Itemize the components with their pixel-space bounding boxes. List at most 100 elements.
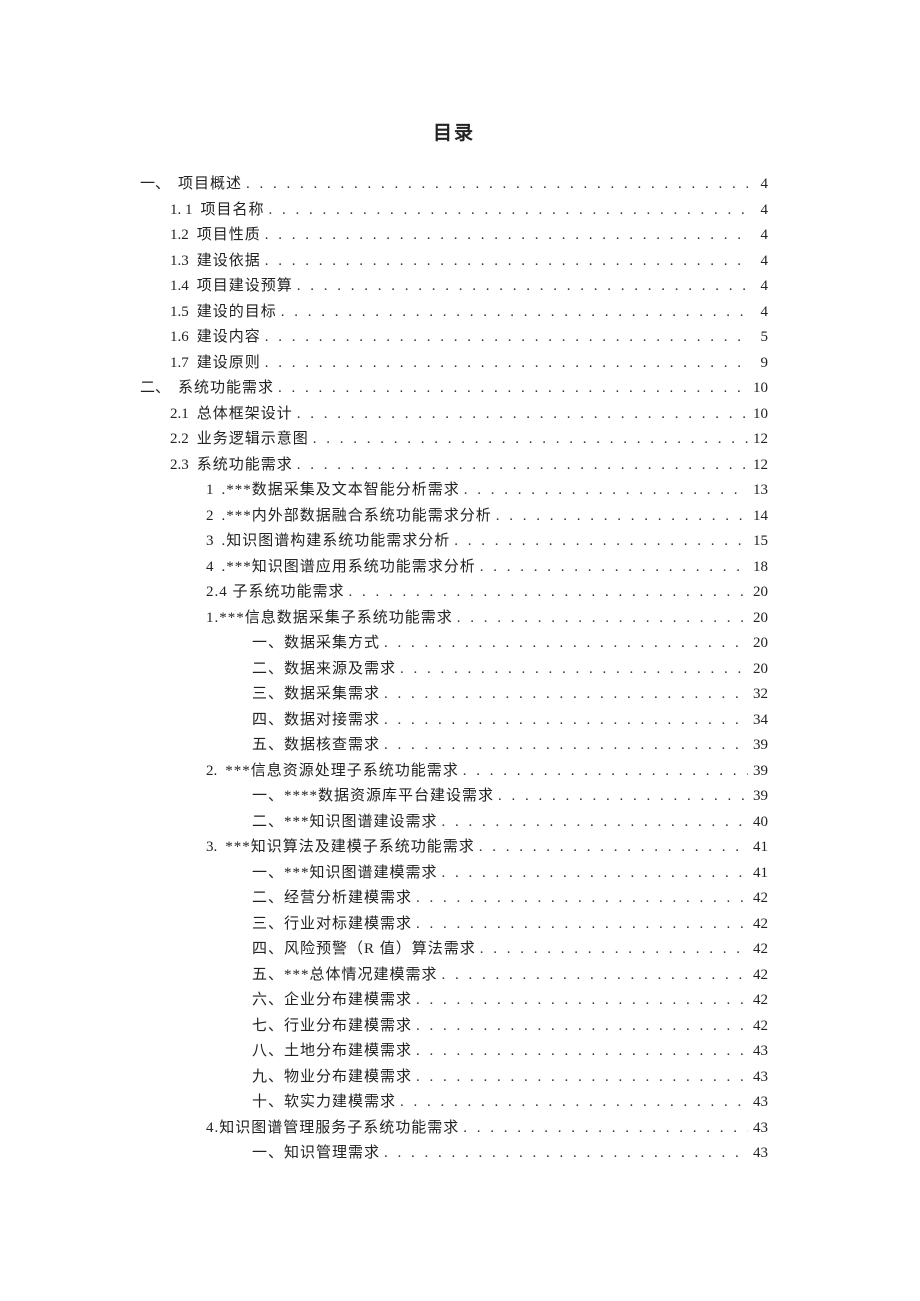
toc-entry[interactable]: 1. 1项目名称4: [170, 203, 768, 218]
toc-entry-page: 12: [748, 458, 768, 473]
toc-entry[interactable]: 2.3系统功能需求12: [170, 458, 768, 473]
toc-leader-dots: [412, 1070, 748, 1085]
toc-entry[interactable]: 1.4项目建设预算4: [170, 279, 768, 294]
toc-entry-label: 七、行业分布建模需求: [252, 1019, 412, 1034]
toc-entry[interactable]: 3.知识图谱构建系统功能需求分析15: [206, 534, 768, 549]
toc-entry-number: 1.5: [170, 305, 189, 320]
toc-entry-page: 4: [748, 254, 768, 269]
toc-entry-number: 1.2: [170, 228, 189, 243]
toc-entry[interactable]: 一、项目概述4: [140, 177, 768, 192]
toc-leader-dots: [475, 840, 748, 855]
toc-entry-label: 2.4 子系统功能需求: [206, 585, 345, 600]
toc-entry[interactable]: 1.3建设依据4: [170, 254, 768, 269]
toc-entry-page: 43: [748, 1070, 768, 1085]
toc-entry-number: 1: [206, 483, 214, 498]
toc-entry[interactable]: 十、软实力建模需求43: [252, 1095, 768, 1110]
toc-entry[interactable]: 三、行业对标建模需求42: [252, 917, 768, 932]
toc-entry[interactable]: 4.知识图谱管理服务子系统功能需求43: [206, 1121, 768, 1136]
toc-leader-dots: [459, 1121, 748, 1136]
toc-entry[interactable]: 1.5建设的目标4: [170, 305, 768, 320]
toc-leader-dots: [460, 483, 748, 498]
toc-entry-label: .***知识图谱应用系统功能需求分析: [222, 560, 476, 575]
toc-entry[interactable]: 五、***总体情况建模需求42: [252, 968, 768, 983]
toc-entry-page: 4: [748, 305, 768, 320]
toc-entry[interactable]: 1.2 项目性质 4: [170, 228, 768, 243]
toc-entry[interactable]: 一、知识管理需求 43: [252, 1146, 768, 1161]
toc-entry-label: 四、数据对接需求: [252, 713, 380, 728]
toc-leader-dots: [396, 1095, 748, 1110]
toc-entry[interactable]: 九、物业分布建模需求43: [252, 1070, 768, 1085]
toc-entry[interactable]: 2.2业务逻辑示意图12: [170, 432, 768, 447]
toc-leader-dots: [412, 891, 748, 906]
toc-entry[interactable]: 2.***信息资源处理子系统功能需求39: [206, 764, 768, 779]
toc-entry-page: 20: [748, 662, 768, 677]
toc-entry-page: 10: [748, 381, 768, 396]
toc-entry-label: ***知识算法及建模子系统功能需求: [225, 840, 475, 855]
toc-entry[interactable]: 二、系统功能需求10: [140, 381, 768, 396]
toc-entry[interactable]: 八、土地分布建模需求43: [252, 1044, 768, 1059]
toc-entry[interactable]: 三、数据采集需求 32: [252, 687, 768, 702]
toc-entry[interactable]: 二、***知识图谱建设需求40: [252, 815, 768, 830]
toc-entry-page: 43: [748, 1146, 768, 1161]
toc-entry-page: 34: [748, 713, 768, 728]
toc-leader-dots: [412, 1019, 748, 1034]
toc-entry[interactable]: 1.***数据采集及文本智能分析需求13: [206, 483, 768, 498]
toc-entry-label: 二、***知识图谱建设需求: [252, 815, 438, 830]
toc-entry[interactable]: 七、行业分布建模需求42: [252, 1019, 768, 1034]
toc-entry-label: .***数据采集及文本智能分析需求: [222, 483, 460, 498]
toc-entry-label: 六、企业分布建模需求: [252, 993, 412, 1008]
toc-entry-label: 系统功能需求: [178, 381, 274, 396]
toc-entry[interactable]: 一、数据采集方式20: [252, 636, 768, 651]
toc-entry-label: 项目名称: [201, 203, 265, 218]
toc-entry-label: 十、软实力建模需求: [252, 1095, 396, 1110]
toc-entry[interactable]: 1.***信息数据采集子系统功能需求20: [206, 611, 768, 626]
toc-entry-label: 一、数据采集方式: [252, 636, 380, 651]
toc-entry-page: 42: [748, 917, 768, 932]
toc-entry[interactable]: 2.***内外部数据融合系统功能需求分析14: [206, 509, 768, 524]
toc-entry-page: 18: [748, 560, 768, 575]
toc-leader-dots: [438, 968, 748, 983]
toc-entry-label: 三、数据采集需求: [252, 687, 380, 702]
toc-entry[interactable]: 五、数据核查需求39: [252, 738, 768, 753]
toc-entry[interactable]: 二、数据来源及需求20: [252, 662, 768, 677]
toc-entry[interactable]: 1.6建设内容5: [170, 330, 768, 345]
toc-leader-dots: [453, 611, 748, 626]
toc-entry-page: 4: [748, 177, 768, 192]
toc-leader-dots: [412, 1044, 748, 1059]
toc-entry-page: 43: [748, 1121, 768, 1136]
toc-entry-number: 3: [206, 534, 214, 549]
toc-entry[interactable]: 1.7建设原则9: [170, 356, 768, 371]
toc-entry[interactable]: 二、经营分析建模需求42: [252, 891, 768, 906]
toc-entry[interactable]: 2.1总体框架设计10: [170, 407, 768, 422]
toc-entry[interactable]: 四、风险预警（R 值）算法需求42: [252, 942, 768, 957]
toc-entry-label: .***内外部数据融合系统功能需求分析: [222, 509, 492, 524]
toc-entry-number: 2.2: [170, 432, 189, 447]
toc-entry-page: 20: [748, 611, 768, 626]
toc-entry[interactable]: 一、***知识图谱建模需求41: [252, 866, 768, 881]
toc-entry-label: 项目性质: [197, 228, 261, 243]
toc-entry[interactable]: 4 .***知识图谱应用系统功能需求分析 18: [206, 560, 768, 575]
toc-entry-number: 1. 1: [170, 203, 193, 218]
toc-entry-number: 2.1: [170, 407, 189, 422]
toc-leader-dots: [438, 866, 748, 881]
toc-leader-dots: [293, 458, 748, 473]
toc-leader-dots: [476, 560, 748, 575]
toc-entry-number: 2.: [206, 764, 217, 779]
toc-entry[interactable]: 3.***知识算法及建模子系统功能需求41: [206, 840, 768, 855]
toc-entry-label: 五、数据核查需求: [252, 738, 380, 753]
toc-entry[interactable]: 2.4 子系统功能需求20: [206, 585, 768, 600]
toc-entry[interactable]: 一、****数据资源库平台建设需求39: [252, 789, 768, 804]
toc-entry-label: .知识图谱构建系统功能需求分析: [222, 534, 451, 549]
toc-entry-label: 总体框架设计: [197, 407, 293, 422]
toc-entry[interactable]: 六、企业分布建模需求 42: [252, 993, 768, 1008]
toc-entry-page: 4: [748, 228, 768, 243]
toc-entry-page: 32: [748, 687, 768, 702]
toc-entry-label: 一、知识管理需求: [252, 1146, 380, 1161]
toc-leader-dots: [412, 917, 748, 932]
toc-entry-page: 39: [748, 789, 768, 804]
toc-entry[interactable]: 四、数据对接需求 34: [252, 713, 768, 728]
toc-entry-number: 4: [206, 560, 214, 575]
toc-leader-dots: [476, 942, 748, 957]
toc-entry-page: 41: [748, 866, 768, 881]
toc-entry-page: 42: [748, 993, 768, 1008]
